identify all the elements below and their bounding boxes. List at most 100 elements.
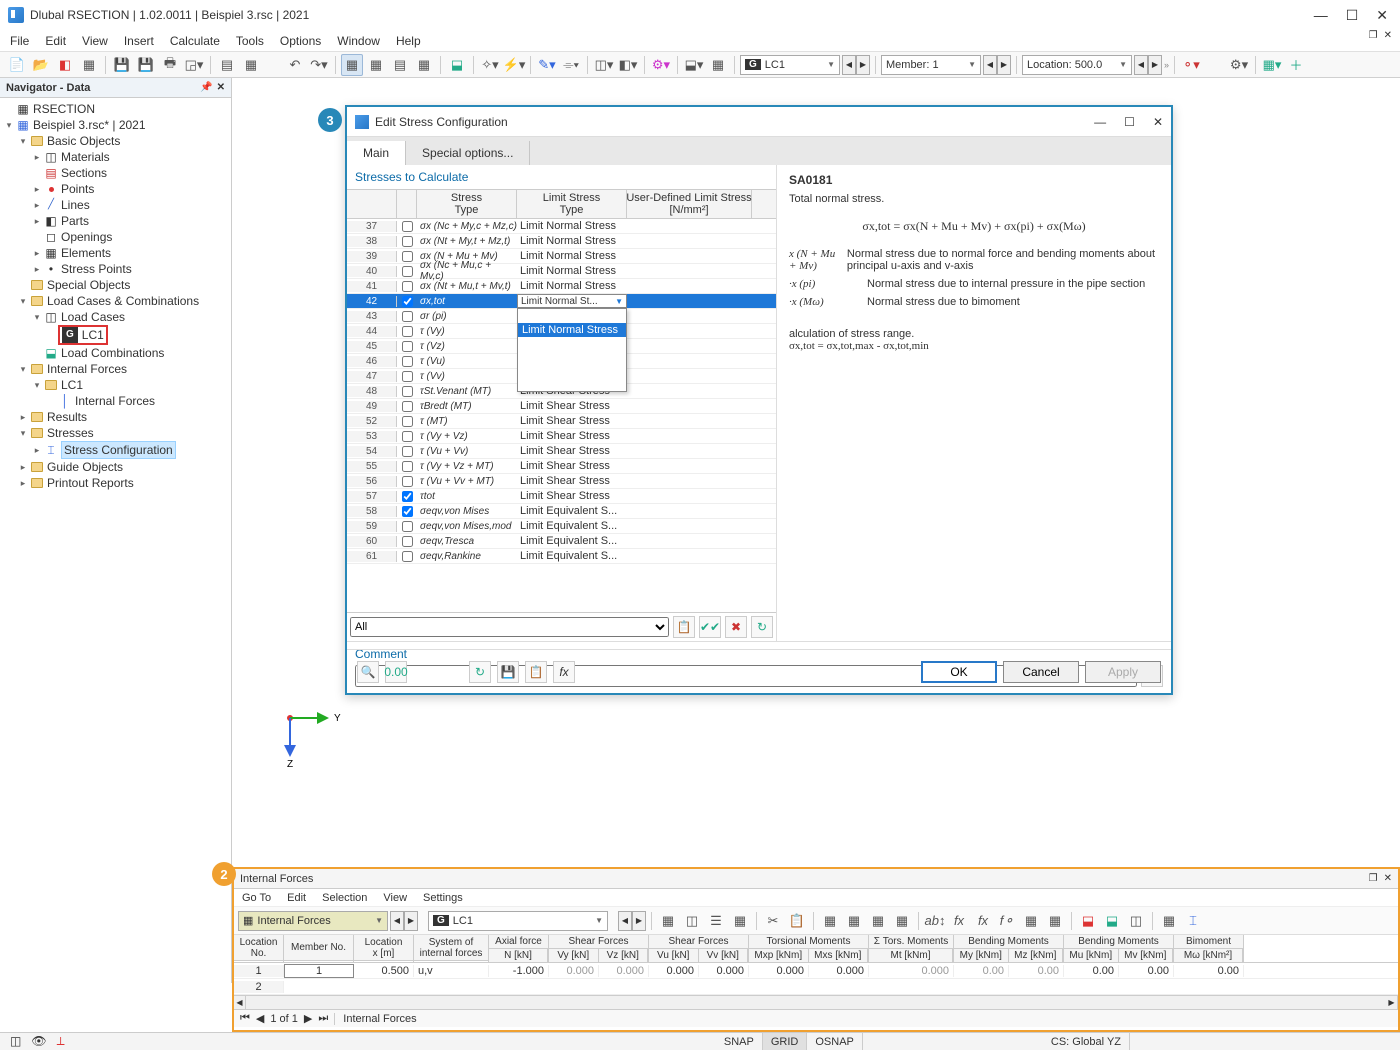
menu-file[interactable]: File [10,34,29,48]
bp-menu-edit[interactable]: Edit [287,892,306,904]
table-row[interactable]: 2 [234,979,1398,995]
tree-parts[interactable]: Parts [61,213,89,229]
stress-row[interactable]: 57τtotLimit Shear Stress [347,489,776,504]
stress-checkbox[interactable] [402,221,413,232]
toolbar-icon[interactable]: ✂ [762,910,784,932]
scroll-left-icon[interactable]: ◀ [234,996,246,1009]
tree-stresses[interactable]: Stresses [47,425,94,441]
minimize-icon[interactable]: — [1094,115,1106,129]
tree-loadcases[interactable]: Load Cases [61,309,125,325]
units-icon[interactable]: 0.00 [385,661,407,683]
tree-lcac[interactable]: Load Cases & Combinations [47,293,199,309]
stress-checkbox[interactable] [402,281,413,292]
stress-checkbox[interactable] [402,326,413,337]
stress-checkbox[interactable] [402,401,413,412]
toolbar-icon[interactable]: ◫▾ [593,54,615,76]
prev-icon[interactable]: ◀ [842,55,856,75]
tree-project[interactable]: Beispiel 3.rsc* | 2021 [33,117,146,133]
tree-printout[interactable]: Printout Reports [47,475,134,491]
open-icon[interactable]: 📂 [30,54,52,76]
stress-row[interactable]: 55τ (Vy + Vz + MT)Limit Shear Stress [347,459,776,474]
toolbar-icon[interactable]: ▦ [1158,910,1180,932]
status-grid[interactable]: GRID [763,1033,808,1050]
toolbar-icon[interactable]: ☰ [705,910,727,932]
stress-row[interactable]: 59σeqv,von Mises,modLimit Equivalent S..… [347,519,776,534]
mdi-restore-icon[interactable]: ❐ [1369,30,1378,41]
copy-icon[interactable]: 📋 [673,616,695,638]
close-icon[interactable]: ✕ [1376,7,1388,24]
menu-view[interactable]: View [82,34,108,48]
mdi-close-icon[interactable]: ✕ [1384,30,1392,41]
toolbar-icon[interactable]: 📋 [786,910,808,932]
menu-window[interactable]: Window [337,34,380,48]
stress-row[interactable]: 39σx (N + Mu + Mv)Limit Normal Stress [347,249,776,264]
tree-sections[interactable]: Sections [61,165,107,181]
tree-root[interactable]: RSECTION [33,101,95,117]
stress-checkbox[interactable] [402,371,413,382]
tree-openings[interactable]: Openings [61,229,112,245]
tab-special[interactable]: Special options... [406,141,530,165]
restore-icon[interactable]: ❐ [1369,873,1378,884]
toolbar-icon[interactable]: ✧▾ [479,54,501,76]
stress-checkbox[interactable] [402,311,413,322]
check-all-icon[interactable]: ✔✔ [699,616,721,638]
tab-main[interactable]: Main [347,141,406,165]
stress-row[interactable]: 61σeqv,RankineLimit Equivalent S... [347,549,776,564]
toolbar-icon[interactable]: ▦ [843,910,865,932]
stress-row[interactable]: 37σx (Nc + My,c + Mz,c)Limit Normal Stre… [347,219,776,234]
toolbar-icon[interactable]: ◧▾ [617,54,639,76]
close-icon[interactable]: ✕ [217,82,225,93]
stress-checkbox[interactable] [402,461,413,472]
stress-checkbox[interactable] [402,551,413,562]
pin-icon[interactable]: 📌 [200,82,212,93]
prev-icon[interactable]: ◀ [390,911,404,931]
stress-row[interactable]: 40σx (Nc + Mu,c + Mv,c)Limit Normal Stre… [347,264,776,279]
bp-menu-settings[interactable]: Settings [423,892,463,904]
menu-options[interactable]: Options [280,34,321,48]
stress-checkbox[interactable] [402,446,413,457]
stress-checkbox[interactable] [402,521,413,532]
toolbar-icon[interactable]: ⚡▾ [503,54,525,76]
stress-checkbox[interactable] [402,356,413,367]
stress-checkbox[interactable] [402,296,413,307]
stress-checkbox[interactable] [402,506,413,517]
save-icon[interactable]: 💾 [497,661,519,683]
member-combo[interactable]: Member: 1▼ [881,55,981,75]
toolbar-icon[interactable]: f⚬ [996,910,1018,932]
tree-points[interactable]: Points [61,181,94,197]
stress-row[interactable]: 41σx (Nt + Mu,t + Mv,t)Limit Normal Stre… [347,279,776,294]
stress-row[interactable]: 58σeqv,von MisesLimit Equivalent S... [347,504,776,519]
menu-tools[interactable]: Tools [236,34,264,48]
toolbar-icon[interactable]: ⬓ [446,54,468,76]
toolbar-icon[interactable]: ▦ [1044,910,1066,932]
toolbar-icon[interactable]: ⚬▾ [1180,54,1202,76]
stress-checkbox[interactable] [402,341,413,352]
toolbar-icon[interactable]: ▦ [867,910,889,932]
toolbar-icon[interactable]: ⚙▾ [650,54,672,76]
minimize-icon[interactable]: — [1314,7,1328,24]
stress-checkbox[interactable] [402,386,413,397]
stress-row[interactable]: 42σx,tot Limit Normal St...▼ NoneLimit N… [347,294,776,309]
tree-if-internal[interactable]: Internal Forces [75,393,155,409]
stress-row[interactable]: 38σx (Nt + My,t + Mz,t)Limit Normal Stre… [347,234,776,249]
next-icon[interactable]: ▶ [856,55,870,75]
toolbar-icon[interactable]: fx [948,910,970,932]
toolbar-icon[interactable]: ab↕ [924,910,946,932]
limit-stress-dropdown[interactable]: Limit Normal St...▼ NoneLimit Normal Str… [517,294,627,308]
last-page-icon[interactable]: ⏭ [318,1012,328,1025]
toolbar-icon[interactable]: ▦▾ [1261,54,1283,76]
save-icon[interactable]: 💾 [111,54,133,76]
stress-row[interactable]: 54τ (Vu + Vv)Limit Shear Stress [347,444,776,459]
coords-icon[interactable]: ⟂ [57,1034,65,1049]
menu-edit[interactable]: Edit [45,34,66,48]
search-icon[interactable]: 🔍 [357,661,379,683]
tree-elements[interactable]: Elements [61,245,111,261]
stress-checkbox[interactable] [402,416,413,427]
stress-row[interactable]: 49τBredt (MT)Limit Shear Stress [347,399,776,414]
reset-icon[interactable]: ↻ [751,616,773,638]
tree-basic[interactable]: Basic Objects [47,133,120,149]
toolbar-icon[interactable]: ▦ [729,910,751,932]
bp-menu-selection[interactable]: Selection [322,892,367,904]
location-combo[interactable]: Location: 500.0▼ [1022,55,1132,75]
cancel-button[interactable]: Cancel [1003,661,1079,683]
